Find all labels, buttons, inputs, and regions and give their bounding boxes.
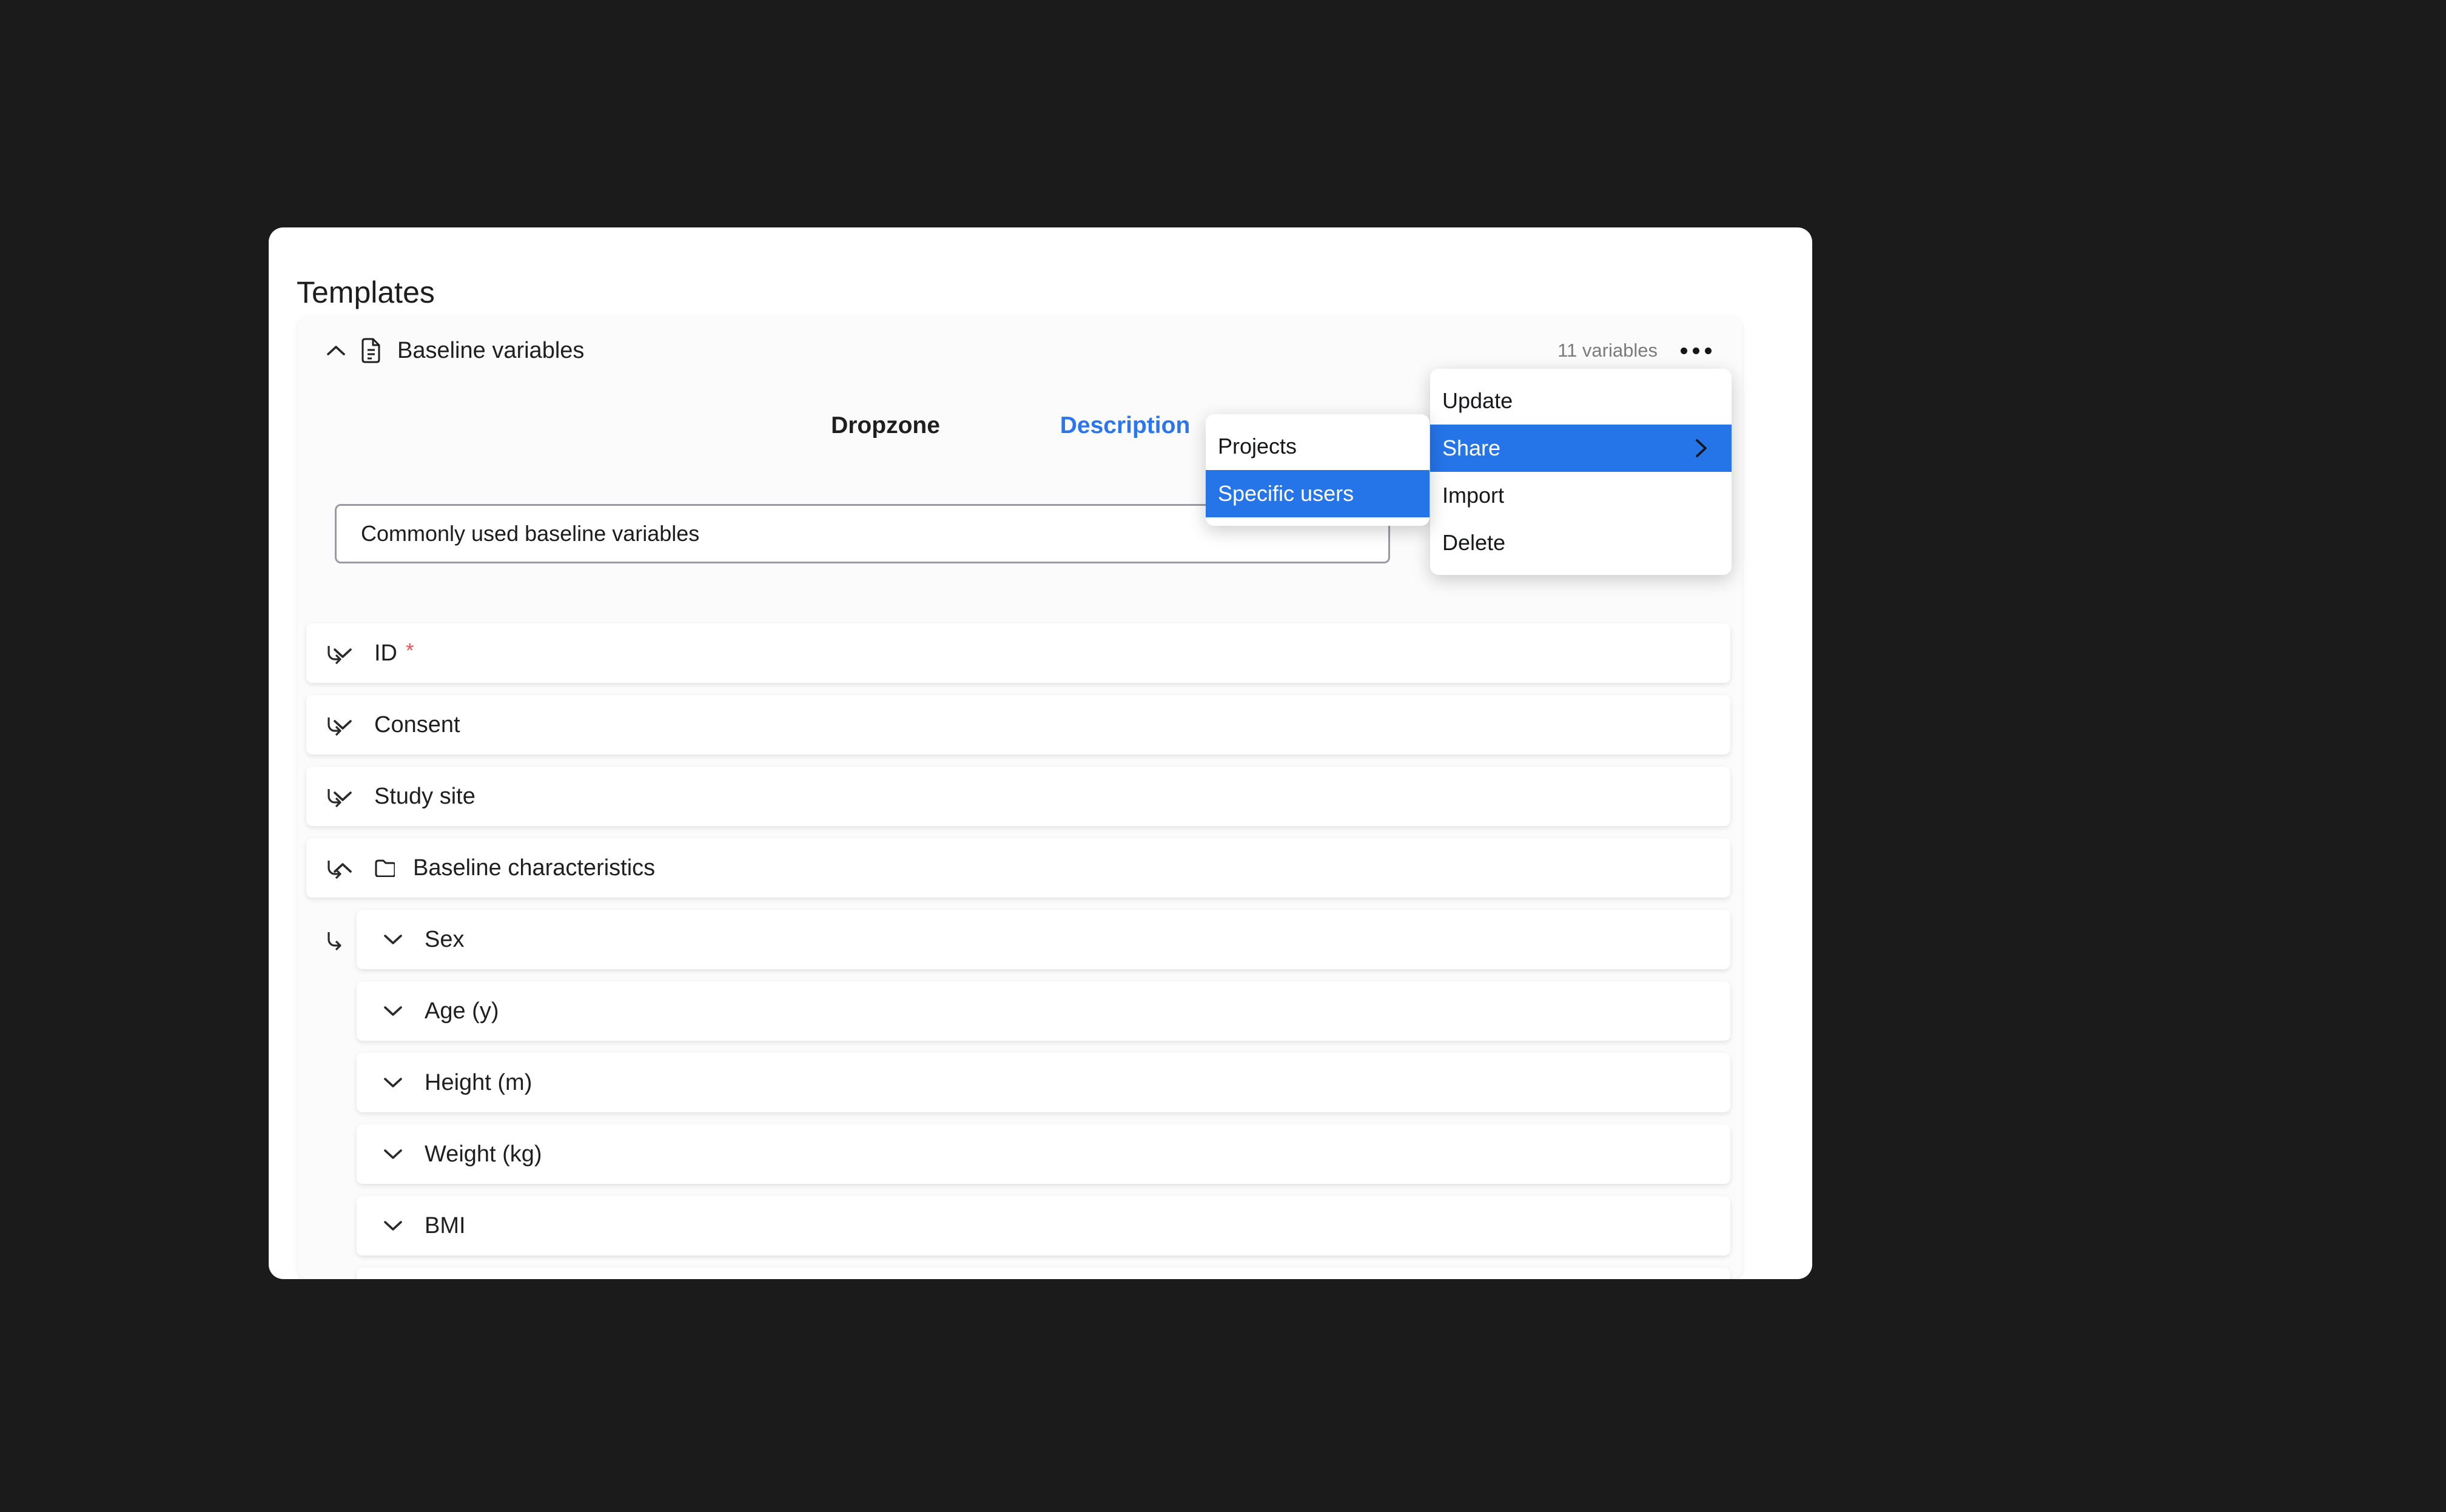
indent-arrow-icon <box>323 644 345 666</box>
desktop-background: Templates Baseline variables <box>0 0 2446 1512</box>
share-submenu: Projects Specific users <box>1206 414 1430 526</box>
menu-item-label: Delete <box>1442 530 1505 556</box>
variable-row-weight[interactable]: Weight (kg) <box>357 1124 1730 1184</box>
chevron-down-icon[interactable] <box>384 1006 402 1016</box>
menu-item-label: Specific users <box>1218 481 1354 506</box>
variable-row-id[interactable]: ID * <box>306 623 1730 683</box>
variable-row-bmi[interactable]: BMI <box>357 1196 1730 1255</box>
chevron-down-icon[interactable] <box>384 1220 402 1231</box>
variable-label: Weight (kg) <box>425 1141 542 1168</box>
variable-label: Study site <box>374 784 475 810</box>
submenu-item-specific-users[interactable]: Specific users <box>1206 470 1430 517</box>
template-name: Baseline variables <box>397 338 584 364</box>
indent-arrow-icon <box>323 930 345 952</box>
document-icon <box>361 338 381 363</box>
variable-row-consent[interactable]: Consent <box>306 695 1730 754</box>
folder-icon <box>374 859 395 877</box>
chevron-down-icon[interactable] <box>384 934 402 945</box>
required-marker: * <box>406 639 414 663</box>
context-menu: Update Share Import Delete <box>1430 369 1732 575</box>
menu-item-update[interactable]: Update <box>1430 377 1732 425</box>
menu-item-delete[interactable]: Delete <box>1430 519 1732 566</box>
menu-item-label: Share <box>1442 435 1500 461</box>
variable-label: Height (m) <box>425 1070 532 1096</box>
menu-item-label: Import <box>1442 483 1504 508</box>
variable-row-study-site[interactable]: Study site <box>306 767 1730 826</box>
variable-row-sex[interactable]: Sex <box>357 910 1730 969</box>
tab-description[interactable]: Description <box>1060 412 1191 439</box>
submenu-item-projects[interactable]: Projects <box>1206 423 1430 470</box>
chevron-down-icon[interactable] <box>384 1077 402 1088</box>
indent-arrow-icon <box>323 716 345 738</box>
chevron-up-icon[interactable] <box>327 345 345 356</box>
variables-count: 11 variables <box>1557 340 1658 361</box>
menu-item-share[interactable]: Share <box>1430 425 1732 472</box>
chevron-down-icon[interactable] <box>384 1149 402 1160</box>
menu-item-label: Projects <box>1218 434 1297 459</box>
more-options-button[interactable] <box>1677 340 1715 361</box>
ellipsis-icon <box>1705 348 1712 354</box>
variable-label: Sex <box>425 927 464 953</box>
indent-arrow-icon <box>323 859 345 881</box>
variable-label: Age (y) <box>425 998 499 1024</box>
menu-item-import[interactable]: Import <box>1430 472 1732 519</box>
indent-arrow-icon <box>323 787 345 809</box>
tab-dropzone[interactable]: Dropzone <box>831 412 940 439</box>
variable-row-partial[interactable] <box>357 1268 1730 1279</box>
variable-row-age[interactable]: Age (y) <box>357 981 1730 1041</box>
group-row-baseline-characteristics[interactable]: Baseline characteristics <box>306 838 1730 898</box>
menu-item-label: Update <box>1442 388 1513 414</box>
variable-row-height[interactable]: Height (m) <box>357 1053 1730 1112</box>
variable-label: ID <box>374 640 397 667</box>
chevron-right-icon <box>1695 438 1707 459</box>
ellipsis-icon <box>1693 348 1699 354</box>
page-title: Templates <box>297 275 435 310</box>
variable-label: Baseline characteristics <box>413 855 655 881</box>
variable-label: Consent <box>374 712 460 738</box>
variable-label: BMI <box>425 1213 466 1239</box>
ellipsis-icon <box>1681 348 1687 354</box>
